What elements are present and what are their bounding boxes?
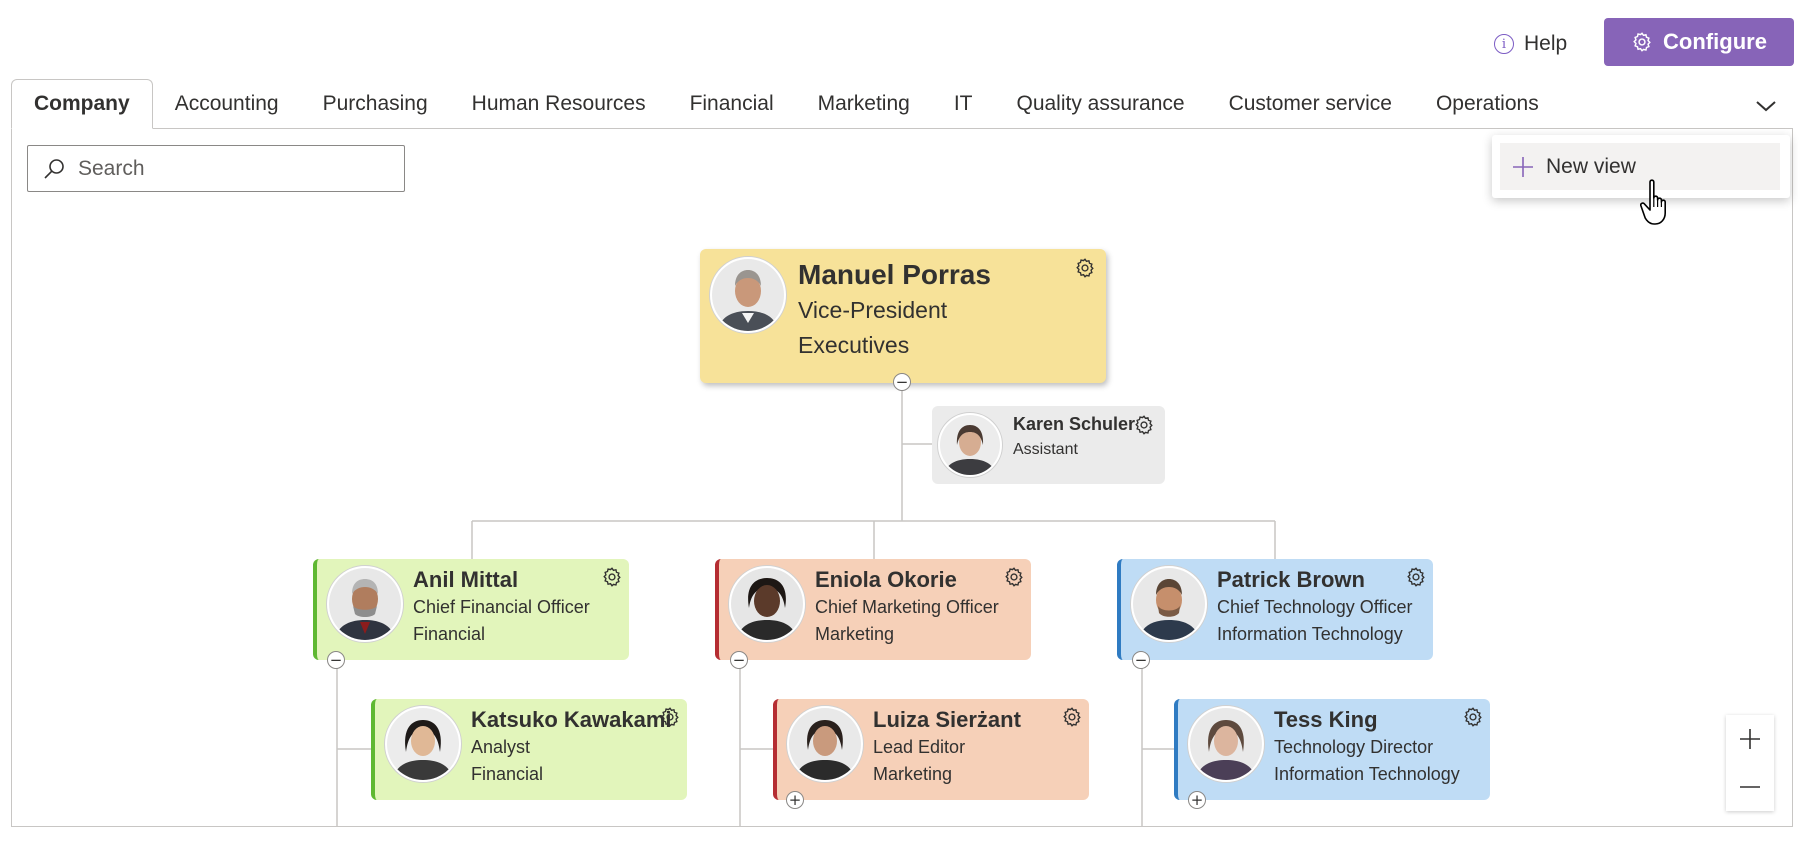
expand-toggle[interactable]: + <box>1188 791 1206 809</box>
minus-icon <box>1740 786 1760 788</box>
person-name: Manuel Porras <box>798 259 991 290</box>
avatar <box>787 706 863 782</box>
person-name: Karen Schuler <box>1013 414 1136 434</box>
hand-cursor-icon <box>1640 179 1666 225</box>
gear-icon[interactable] <box>659 706 681 728</box>
person-card-eniola-okorie[interactable]: Eniola Okorie Chief Marketing Officer Ma… <box>715 559 1031 660</box>
person-department: Financial <box>471 764 544 784</box>
collapse-toggle[interactable]: − <box>327 651 345 669</box>
collapse-toggle[interactable]: − <box>893 373 911 391</box>
gear-icon[interactable] <box>1074 257 1096 279</box>
person-title: Vice-President <box>798 297 948 323</box>
gear-icon[interactable] <box>1133 414 1155 436</box>
collapse-toggle[interactable]: − <box>1132 651 1150 669</box>
person-department: Executives <box>798 332 910 358</box>
expand-toggle[interactable]: + <box>786 791 804 809</box>
zoom-in-button[interactable] <box>1726 715 1774 763</box>
zoom-controls <box>1726 715 1774 811</box>
gear-icon[interactable] <box>601 566 623 588</box>
person-title: Chief Financial Officer <box>413 597 590 617</box>
person-card-katsuko-kawakami[interactable]: Katsuko Kawakami Analyst Financial <box>371 699 687 800</box>
person-card-luiza-sierzant[interactable]: Luiza Sierżant Lead Editor Marketing <box>773 699 1089 800</box>
search-icon <box>44 158 64 179</box>
search-box[interactable]: Search <box>27 145 405 192</box>
person-title: Assistant <box>1013 441 1078 458</box>
person-name: Anil Mittal <box>413 567 519 592</box>
person-department: Information Technology <box>1217 624 1403 644</box>
zoom-out-button[interactable] <box>1726 763 1774 811</box>
avatar <box>327 566 403 642</box>
gear-icon[interactable] <box>1405 566 1427 588</box>
person-title: Technology Director <box>1274 737 1434 757</box>
person-name: Katsuko Kawakami <box>471 707 672 732</box>
person-title: Chief Technology Officer <box>1217 597 1413 617</box>
search-input[interactable]: Search <box>78 157 145 181</box>
person-department: Marketing <box>815 624 895 644</box>
plus-icon <box>1513 156 1533 177</box>
assistant-card[interactable]: Karen Schuler Assistant <box>932 406 1165 484</box>
person-department: Marketing <box>873 764 953 784</box>
avatar <box>1131 566 1207 642</box>
person-department: Information Technology <box>1274 764 1460 784</box>
person-card-anil-mittal[interactable]: Anil Mittal Chief Financial Officer Fina… <box>313 559 629 660</box>
person-name: Luiza Sierżant <box>873 707 1021 732</box>
gear-icon[interactable] <box>1462 706 1484 728</box>
person-title: Lead Editor <box>873 737 966 757</box>
gear-icon[interactable] <box>1061 706 1083 728</box>
avatar <box>938 413 1002 477</box>
person-title: Analyst <box>471 737 531 757</box>
person-title: Chief Marketing Officer <box>815 597 999 617</box>
root-person-card[interactable]: Manuel Porras Vice-President Executives <box>700 249 1106 383</box>
collapse-toggle[interactable]: − <box>730 651 748 669</box>
new-view-label: New view <box>1546 154 1636 178</box>
person-department: Financial <box>413 624 486 644</box>
person-name: Tess King <box>1274 707 1378 732</box>
person-card-tess-king[interactable]: Tess King Technology Director Informatio… <box>1174 699 1490 800</box>
avatar <box>1188 706 1264 782</box>
person-name: Eniola Okorie <box>815 567 957 592</box>
avatar <box>710 257 786 333</box>
plus-icon <box>1740 729 1760 749</box>
gear-icon[interactable] <box>1003 566 1025 588</box>
avatar <box>385 706 461 782</box>
person-card-patrick-brown[interactable]: Patrick Brown Chief Technology Officer I… <box>1117 559 1433 660</box>
avatar <box>729 566 805 642</box>
person-name: Patrick Brown <box>1217 567 1365 592</box>
